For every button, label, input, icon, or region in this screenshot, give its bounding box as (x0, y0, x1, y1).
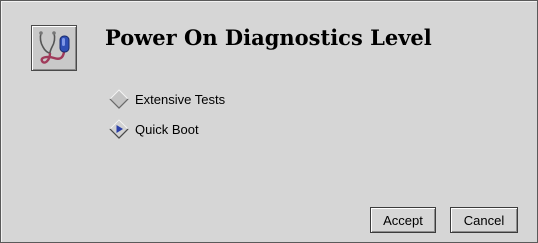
radio-selected-icon[interactable] (109, 119, 129, 139)
cancel-button[interactable]: Cancel (450, 207, 518, 233)
stethoscope-icon (31, 25, 77, 71)
diagnostics-dialog: Power On Diagnostics Level Extensive Tes… (0, 0, 538, 243)
dialog-title: Power On Diagnostics Level (105, 25, 432, 50)
option-quick-boot[interactable]: Quick Boot (109, 119, 199, 139)
accept-button[interactable]: Accept (370, 207, 436, 233)
option-label: Quick Boot (135, 121, 199, 137)
option-label: Extensive Tests (135, 91, 226, 107)
radio-unselected-icon[interactable] (109, 89, 129, 109)
option-extensive-tests[interactable]: Extensive Tests (109, 89, 225, 109)
